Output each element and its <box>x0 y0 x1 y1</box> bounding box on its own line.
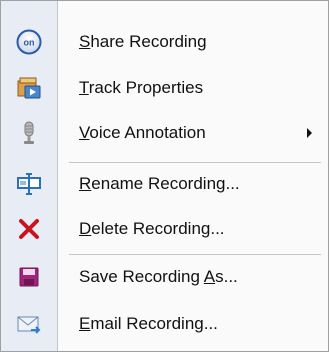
share-icon: on <box>15 28 43 56</box>
menu-item-save-recording-as[interactable]: Save Recording As... <box>1 256 328 298</box>
menu-item-email-recording[interactable]: Email Recording... <box>1 303 328 345</box>
svg-text:on: on <box>24 38 35 48</box>
menu-item-label-post: s... <box>215 267 238 286</box>
menu-item-accelerator: R <box>79 174 92 193</box>
save-icon <box>15 263 43 291</box>
track-properties-icon <box>15 74 43 102</box>
menu-item-track-properties[interactable]: Track Properties <box>1 67 328 109</box>
menu-item-label-post: rack Properties <box>88 78 204 97</box>
menu-item-accelerator: T <box>79 78 89 97</box>
menu-item-accelerator: V <box>79 123 90 142</box>
rename-icon <box>15 170 43 198</box>
menu-item-label-post: oice Annotation <box>89 123 206 142</box>
menu-item-label-pre: Save Recording <box>79 267 204 286</box>
menu-item-accelerator: E <box>79 314 91 333</box>
menu-item-rename-recording[interactable]: Rename Recording... <box>1 163 328 205</box>
microphone-icon <box>15 119 43 147</box>
menu-item-accelerator: A <box>203 267 216 286</box>
menu-item-label-post: mail Recording... <box>90 314 218 333</box>
menu-item-label-post: ename Recording... <box>91 174 240 193</box>
menu-item-delete-recording[interactable]: Delete Recording... <box>1 208 328 250</box>
delete-icon <box>15 215 43 243</box>
menu-item-voice-annotation[interactable]: Voice Annotation <box>1 112 328 154</box>
menu-item-accelerator: S <box>79 32 91 51</box>
menu-separator <box>69 254 321 255</box>
menu-item-label-post: hare Recording <box>90 32 207 51</box>
menu-item-share-recording[interactable]: on Share Recording <box>1 21 328 63</box>
submenu-arrow-icon <box>307 128 312 138</box>
menu-item-label-post: elete Recording... <box>91 219 225 238</box>
email-icon <box>15 310 43 338</box>
context-menu: on Share Recording Track Properties Voic… <box>0 0 329 352</box>
menu-item-accelerator: D <box>79 219 92 238</box>
